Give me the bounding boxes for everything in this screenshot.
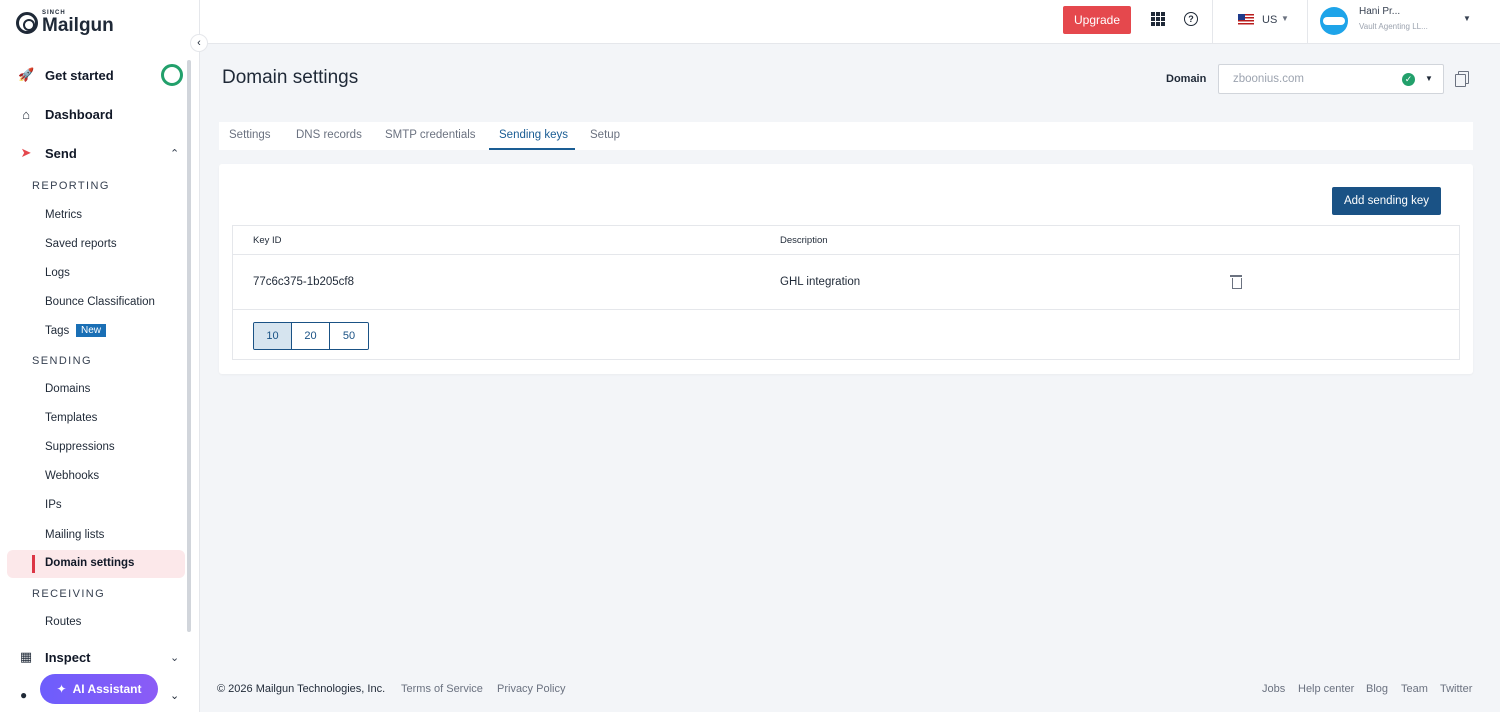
sidebar-item-routes[interactable]: Routes	[45, 616, 81, 628]
ai-assistant-label: AI Assistant	[72, 682, 142, 696]
sidebar-scrollbar[interactable]	[187, 60, 191, 632]
tabs: Settings DNS records SMTP credentials Se…	[219, 122, 1473, 150]
section-header-reporting: REPORTING	[32, 180, 110, 192]
region-selector[interactable]: US	[1262, 14, 1277, 26]
grid-apps-icon[interactable]	[1151, 12, 1165, 26]
footer-link-terms[interactable]: Terms of Service	[401, 683, 483, 695]
divider	[1212, 0, 1213, 44]
sidebar-item-logs[interactable]: Logs	[45, 267, 70, 279]
logo-name-text: Mailgun	[42, 15, 114, 36]
chevron-up-icon: ⌃	[170, 147, 180, 160]
footer-link-twitter[interactable]: Twitter	[1440, 683, 1472, 695]
description-cell: GHL integration	[780, 276, 861, 288]
section-header-receiving: RECEIVING	[32, 588, 106, 600]
us-flag-icon	[1238, 14, 1254, 25]
sidebar-item-label: Dashboard	[45, 106, 113, 122]
sidebar-item-bounce-classification[interactable]: Bounce Classification	[45, 296, 155, 308]
check-circle-icon: ✓	[1402, 73, 1415, 86]
caret-down-icon: ▼	[1425, 74, 1433, 83]
sidebar-item-dashboard[interactable]: ⌂ Dashboard	[0, 99, 186, 129]
footer-link-privacy[interactable]: Privacy Policy	[497, 683, 565, 695]
sidebar-item-label: Get started	[45, 67, 114, 83]
sidebar-item-mailing-lists[interactable]: Mailing lists	[45, 529, 104, 541]
trash-icon[interactable]	[1230, 274, 1242, 289]
sidebar-item-label: Inspect	[45, 649, 91, 665]
domain-select[interactable]: zboonius.com ✓ ▼	[1218, 64, 1444, 94]
sidebar-item-saved-reports[interactable]: Saved reports	[45, 238, 117, 250]
user-org: Vault Agenting LL...	[1359, 22, 1428, 31]
ai-assistant-button[interactable]: ✦ AI Assistant	[40, 674, 158, 704]
sidebar-item-suppressions[interactable]: Suppressions	[45, 441, 115, 453]
footer-link-jobs[interactable]: Jobs	[1262, 683, 1285, 695]
chevron-down-icon: ⌄	[170, 651, 180, 664]
top-bar: Upgrade ? US ▼ Hani Pr... Vault Agenting…	[200, 0, 1500, 44]
sidebar-item-ips[interactable]: IPs	[45, 499, 62, 511]
sending-keys-card: Add sending key Key ID Description 77c6c…	[219, 164, 1473, 374]
footer-copyright: © 2026 Mailgun Technologies, Inc.	[217, 683, 386, 695]
send-icon: ➤	[20, 145, 32, 160]
column-header-description: Description	[780, 235, 828, 246]
page-title: Domain settings	[222, 67, 359, 88]
domain-label: Domain	[1166, 73, 1207, 85]
sidebar-item-tags[interactable]: Tags	[45, 325, 69, 337]
chevron-down-icon[interactable]: ⌄	[170, 689, 179, 702]
sidebar-item-inspect[interactable]: ▦ Inspect ⌄	[0, 642, 186, 672]
domain-select-value: zboonius.com	[1233, 73, 1304, 85]
sidebar: SINCH Mailgun 🚀 Get started ⌂ Dashboard …	[0, 0, 200, 712]
sidebar-item-templates[interactable]: Templates	[45, 412, 97, 424]
footer-link-team[interactable]: Team	[1401, 683, 1428, 695]
chevron-left-icon: ‹	[197, 37, 201, 49]
sidebar-item-domains[interactable]: Domains	[45, 383, 90, 395]
tab-dns-records[interactable]: DNS records	[296, 129, 362, 141]
collapse-sidebar-button[interactable]: ‹	[190, 34, 208, 52]
mailgun-logo[interactable]: SINCH Mailgun	[16, 10, 114, 35]
page-size-50[interactable]: 50	[330, 323, 368, 349]
sparkle-icon: ✦	[56, 682, 67, 696]
table-header: Key ID Description	[233, 226, 1459, 255]
avatar[interactable]	[1320, 7, 1348, 35]
new-badge: New	[76, 324, 107, 337]
sidebar-item-get-started[interactable]: 🚀 Get started	[0, 60, 186, 90]
divider	[1307, 0, 1308, 44]
page-size-10[interactable]: 10	[254, 323, 292, 349]
help-icon[interactable]: ?	[1184, 12, 1198, 26]
caret-down-icon[interactable]: ▼	[1463, 14, 1471, 23]
rocket-icon: 🚀	[18, 67, 35, 82]
footer-link-blog[interactable]: Blog	[1366, 683, 1388, 695]
sidebar-item-label: Domain settings	[45, 557, 135, 569]
tab-sending-keys[interactable]: Sending keys	[499, 129, 568, 141]
page-size-20[interactable]: 20	[292, 323, 330, 349]
add-sending-key-button[interactable]: Add sending key	[1332, 187, 1441, 215]
sidebar-item-metrics[interactable]: Metrics	[45, 209, 82, 221]
tab-smtp-credentials[interactable]: SMTP credentials	[385, 129, 476, 141]
tab-settings[interactable]: Settings	[229, 129, 271, 141]
copy-icon[interactable]	[1455, 71, 1469, 87]
globe-icon: ●	[20, 688, 28, 702]
user-name: Hani Pr...	[1359, 6, 1401, 17]
key-id-cell: 77c6c375-1b205cf8	[253, 276, 355, 288]
footer-link-help-center[interactable]: Help center	[1298, 683, 1354, 695]
sidebar-item-domain-settings[interactable]: Domain settings	[7, 550, 185, 578]
inspect-icon: ▦	[19, 649, 33, 664]
page-size-selector: 10 20 50	[253, 322, 369, 350]
home-icon: ⌂	[22, 106, 30, 122]
table-row: 77c6c375-1b205cf8 GHL integration	[233, 255, 1459, 310]
column-header-key-id: Key ID	[253, 235, 282, 246]
active-tab-indicator	[489, 148, 575, 150]
sidebar-item-send[interactable]: ➤ Send ⌃	[0, 138, 186, 168]
mailgun-logo-icon	[16, 11, 38, 34]
active-indicator	[32, 555, 35, 573]
upgrade-button[interactable]: Upgrade	[1063, 6, 1131, 34]
sidebar-item-label: Send	[45, 145, 77, 161]
sending-keys-table: Key ID Description 77c6c375-1b205cf8 GHL…	[232, 225, 1460, 360]
progress-ring-icon	[161, 64, 183, 86]
sidebar-item-webhooks[interactable]: Webhooks	[45, 470, 99, 482]
section-header-sending: SENDING	[32, 355, 92, 367]
tab-setup[interactable]: Setup	[590, 129, 620, 141]
caret-down-icon: ▼	[1281, 14, 1289, 23]
